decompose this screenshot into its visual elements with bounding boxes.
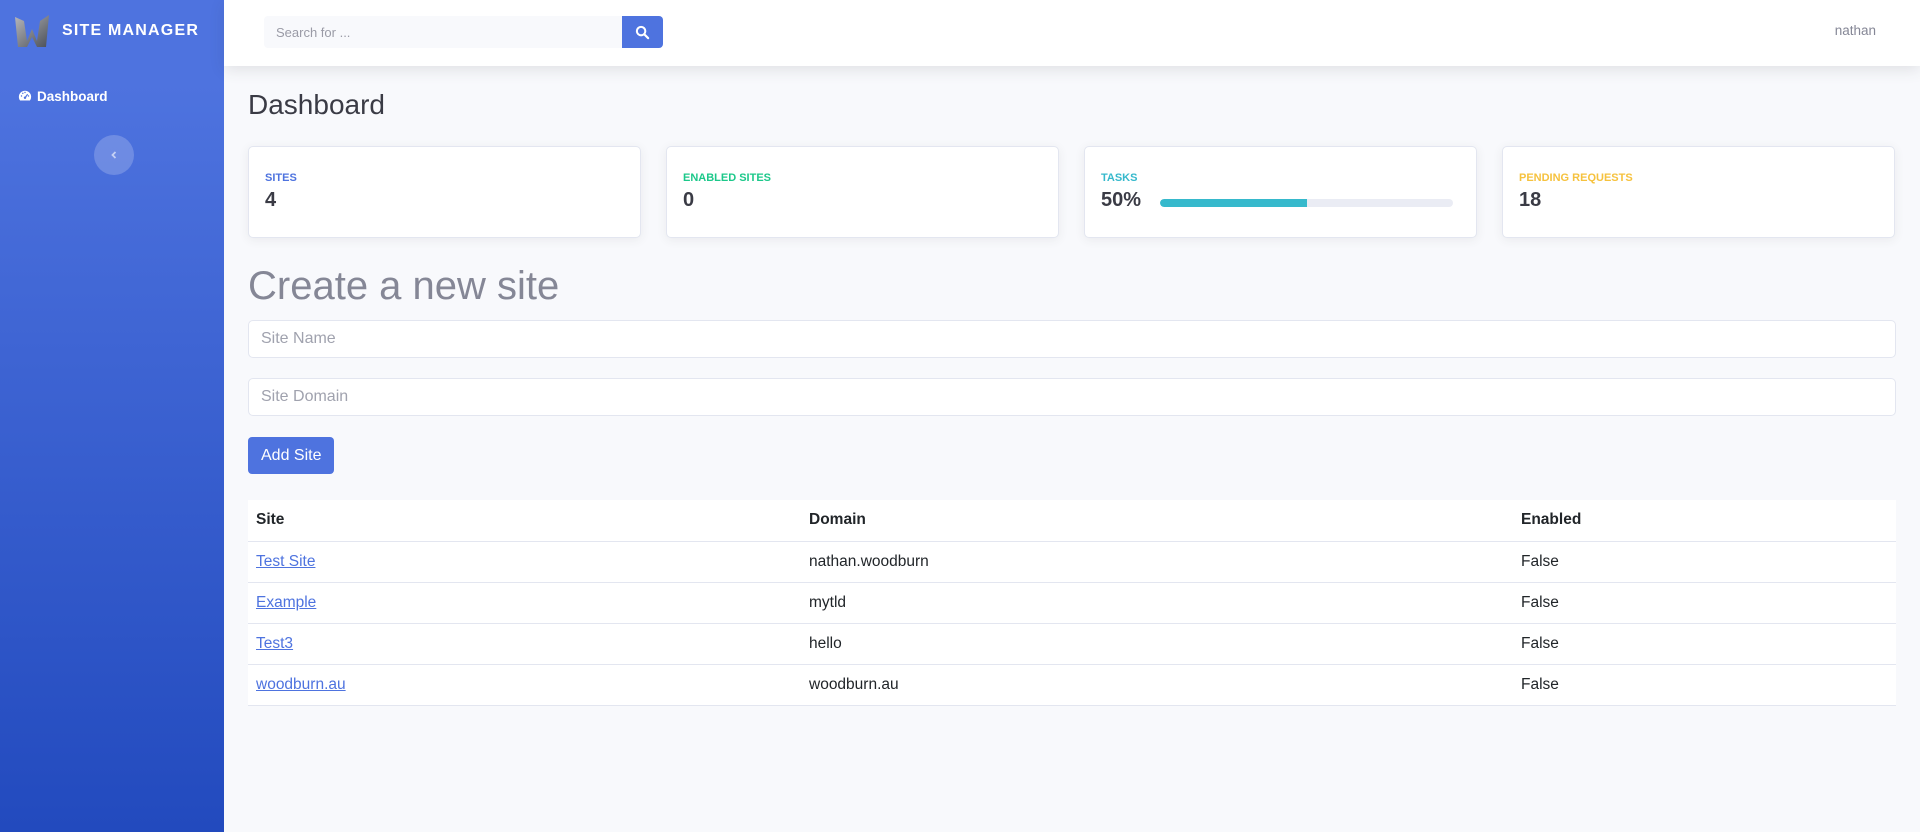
card-value: 50% xyxy=(1101,189,1142,211)
tasks-progress-bar xyxy=(1160,199,1453,207)
table-row: Example mytld False xyxy=(248,582,1896,624)
domain-cell: hello xyxy=(801,623,1513,665)
site-domain-input[interactable] xyxy=(248,378,1896,416)
page-title: Dashboard xyxy=(248,89,385,120)
sidebar: SITE MANAGER Dashboard xyxy=(0,0,224,832)
search-icon xyxy=(635,25,650,39)
sidebar-toggle-button[interactable] xyxy=(94,135,134,175)
brand-name: SITE MANAGER xyxy=(62,22,200,39)
card-label: Pending Requests xyxy=(1519,172,1633,184)
site-cell: Test3 xyxy=(248,623,801,665)
card-value: 18 xyxy=(1519,189,1542,211)
site-link[interactable]: Test3 xyxy=(256,635,293,652)
search-button[interactable] xyxy=(622,16,663,48)
site-name-input[interactable] xyxy=(248,320,1896,358)
search-input[interactable] xyxy=(264,16,622,48)
w-logo-icon xyxy=(15,15,49,47)
sites-table: Site Domain Enabled Test Site nathan.woo… xyxy=(248,500,1896,706)
stat-cards: Sites 4 Enabled Sites 0 Tasks 50% Pendin… xyxy=(248,146,1896,238)
card-sites: Sites 4 xyxy=(248,146,641,238)
domain-cell: nathan.woodburn xyxy=(801,541,1513,583)
brand[interactable]: SITE MANAGER xyxy=(0,0,224,62)
site-link[interactable]: Test Site xyxy=(256,553,315,570)
tasks-progress-fill xyxy=(1160,199,1307,207)
column-header-enabled: Enabled xyxy=(1513,500,1896,542)
domain-cell: woodburn.au xyxy=(801,664,1513,706)
sidebar-item-dashboard[interactable]: Dashboard xyxy=(0,84,224,108)
user-menu[interactable]: nathan xyxy=(1835,23,1876,38)
create-site-title: Create a new site xyxy=(248,264,560,308)
table-row: woodburn.au woodburn.au False xyxy=(248,664,1896,706)
site-cell: Example xyxy=(248,582,801,624)
search-bar xyxy=(264,16,663,48)
card-value: 0 xyxy=(683,189,695,211)
add-site-button[interactable]: Add Site xyxy=(248,437,335,474)
card-enabled-sites: Enabled Sites 0 xyxy=(666,146,1059,238)
card-label: Sites xyxy=(265,172,297,184)
topbar: nathan xyxy=(224,0,1920,66)
site-cell: Test Site xyxy=(248,541,801,583)
card-pending-requests: Pending Requests 18 xyxy=(1502,146,1895,238)
card-tasks: Tasks 50% xyxy=(1084,146,1477,238)
sidebar-item-label: Dashboard xyxy=(37,88,108,104)
chevron-left-icon xyxy=(111,151,117,159)
card-label: Enabled Sites xyxy=(683,172,772,184)
enabled-cell: False xyxy=(1513,541,1896,583)
tachometer-icon xyxy=(18,90,32,101)
domain-cell: mytld xyxy=(801,582,1513,624)
site-cell: woodburn.au xyxy=(248,664,801,706)
site-link[interactable]: Example xyxy=(256,594,316,611)
column-header-site: Site xyxy=(248,500,801,542)
card-label: Tasks xyxy=(1101,172,1138,184)
table-header-row: Site Domain Enabled xyxy=(248,500,1896,542)
table-row: Test3 hello False xyxy=(248,623,1896,665)
table-row: Test Site nathan.woodburn False xyxy=(248,541,1896,583)
enabled-cell: False xyxy=(1513,582,1896,624)
card-value: 4 xyxy=(265,189,277,211)
enabled-cell: False xyxy=(1513,623,1896,665)
enabled-cell: False xyxy=(1513,664,1896,706)
site-link[interactable]: woodburn.au xyxy=(256,676,346,693)
main-content: Dashboard Sites 4 Enabled Sites 0 Tasks … xyxy=(248,66,1896,706)
column-header-domain: Domain xyxy=(801,500,1513,542)
